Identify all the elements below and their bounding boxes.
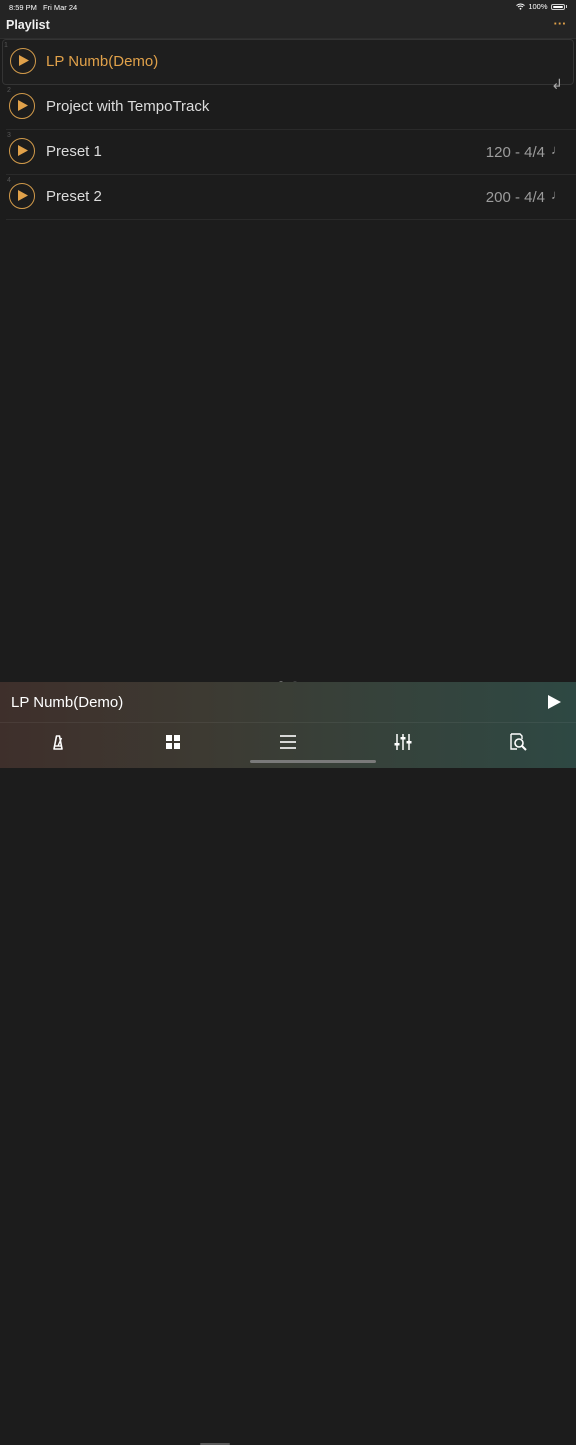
- play-icon: [18, 190, 28, 201]
- play-icon: [18, 145, 28, 156]
- play-icon: [18, 100, 28, 111]
- battery-icon: [550, 3, 565, 10]
- wifi-icon: [516, 3, 526, 10]
- playlist-row[interactable]: 4 Preset 2 200 - 4/4 ♩: [6, 175, 576, 220]
- tempo-signature: 200 - 4/4: [485, 189, 545, 206]
- quarter-note-icon: ♩: [551, 187, 564, 202]
- play-button[interactable]: [10, 48, 36, 74]
- playlist-row[interactable]: 1 LP Numb(Demo) ↲: [2, 39, 574, 92]
- status-date: Fri Mar 24: [43, 3, 78, 12]
- battery-tip: [565, 5, 567, 8]
- bottom-panel: LP Numb(Demo): [0, 682, 576, 1445]
- search-document-icon[interactable]: [508, 732, 528, 752]
- mixer-icon[interactable]: [393, 732, 413, 752]
- playlist-row[interactable]: 3 Preset 1 120 - 4/4 ♩: [6, 130, 576, 175]
- play-button[interactable]: [9, 183, 35, 209]
- status-time: 8:59 PM: [9, 3, 37, 12]
- nav-bar: Playlist ···: [0, 14, 576, 39]
- grid-icon[interactable]: [163, 732, 183, 752]
- page-indicator[interactable]: [0, 672, 576, 685]
- play-button[interactable]: [9, 93, 35, 119]
- list-icon[interactable]: [278, 732, 298, 752]
- row-title: Project with TempoTrack: [46, 98, 210, 115]
- play-button[interactable]: [9, 138, 35, 164]
- play-icon[interactable]: [546, 694, 562, 710]
- row-tempo: 120 - 4/4 ♩: [485, 142, 564, 161]
- play-icon: [19, 55, 29, 66]
- playlist-row[interactable]: 2 Project with TempoTrack: [6, 85, 576, 130]
- row-tempo: 200 - 4/4 ♩: [485, 187, 564, 206]
- row-index: 4: [7, 177, 11, 184]
- home-indicator[interactable]: [250, 760, 376, 763]
- row-index: 2: [7, 87, 11, 94]
- panel-divider: [0, 722, 576, 723]
- metronome-icon[interactable]: [48, 732, 68, 752]
- now-playing-title: LP Numb(Demo): [11, 694, 124, 711]
- status-bar: 8:59 PM Fri Mar 24 100%: [0, 0, 576, 14]
- playlist: 1 LP Numb(Demo) ↲ 2 Project with TempoTr…: [0, 39, 576, 220]
- quarter-note-icon: ♩: [551, 142, 564, 157]
- status-right: 100%: [516, 2, 567, 11]
- row-index: 1: [4, 42, 8, 49]
- row-title: Preset 1: [46, 143, 102, 160]
- tempo-signature: 120 - 4/4: [485, 144, 545, 161]
- row-index: 3: [7, 132, 11, 139]
- more-options-button[interactable]: ···: [552, 15, 568, 33]
- row-title: Preset 2: [46, 188, 102, 205]
- battery-percent: 100%: [528, 2, 548, 11]
- row-title: LP Numb(Demo): [46, 53, 159, 70]
- page-title: Playlist: [6, 18, 50, 32]
